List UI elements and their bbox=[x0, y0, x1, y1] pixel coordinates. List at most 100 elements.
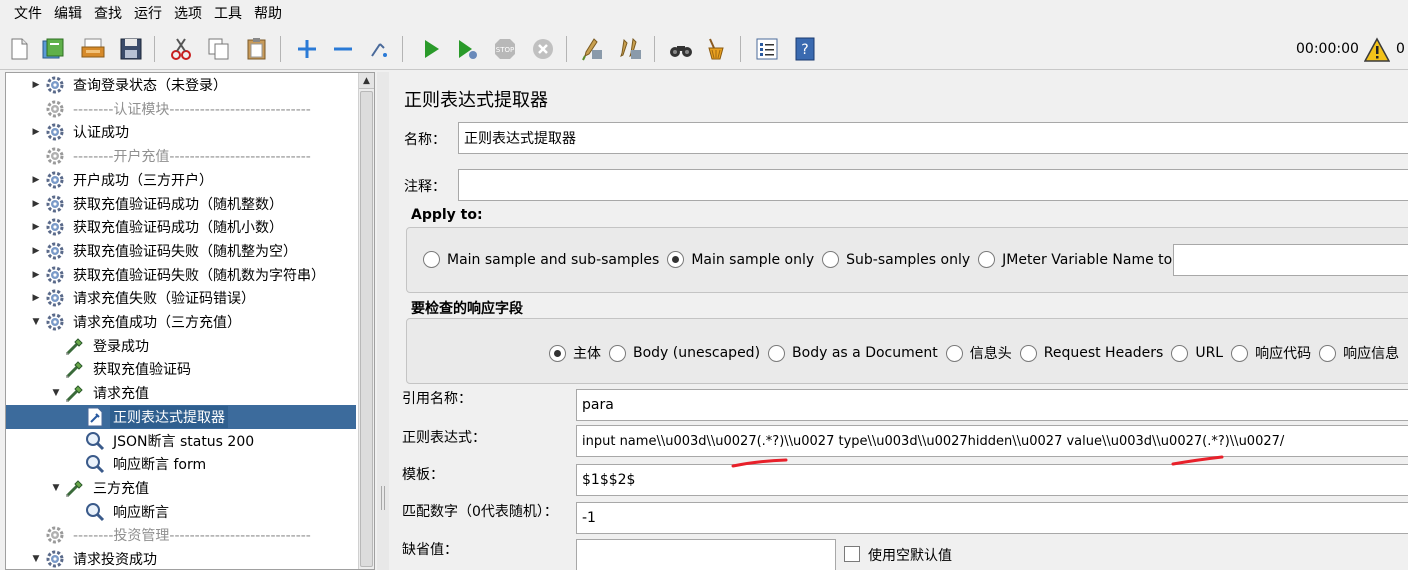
menu-item[interactable]: 编辑 bbox=[48, 0, 88, 28]
regex-input[interactable] bbox=[576, 425, 1408, 457]
radio-circle[interactable] bbox=[945, 344, 963, 362]
field-to-check-radio-7[interactable]: 响应信息 bbox=[1319, 343, 1399, 363]
open-icon[interactable] bbox=[78, 34, 108, 64]
radio-circle[interactable] bbox=[423, 251, 440, 268]
tree-node-label: 查询登录状态（未登录） bbox=[73, 78, 227, 94]
tree-expanded-icon[interactable]: ▼ bbox=[50, 476, 62, 500]
tree-node[interactable]: ▶ 查询登录状态（未登录） bbox=[6, 73, 356, 97]
tree-collapsed-icon[interactable]: ▶ bbox=[30, 239, 42, 263]
tree-expanded-icon[interactable]: ▼ bbox=[30, 547, 42, 569]
assertion-icon bbox=[84, 453, 106, 475]
tree-node[interactable]: 响应断言 bbox=[6, 500, 356, 524]
apply-to-radio-1[interactable]: Main sample only bbox=[667, 251, 814, 268]
scroll-thumb[interactable] bbox=[360, 91, 373, 567]
field-to-check-radio-6[interactable]: 响应代码 bbox=[1231, 343, 1311, 363]
tree-node[interactable]: 正则表达式提取器 bbox=[6, 404, 356, 429]
tree-node[interactable]: ▼ 请求充值成功（三方充值） bbox=[6, 310, 356, 334]
apply-to-radio-3[interactable]: JMeter Variable Name to use bbox=[978, 251, 1201, 268]
menu-item[interactable]: 选项 bbox=[168, 0, 208, 28]
new-icon[interactable] bbox=[4, 34, 34, 64]
reset-search-icon[interactable] bbox=[702, 34, 732, 64]
tree-separator[interactable]: --------投资管理---------------------------- bbox=[6, 523, 356, 547]
tree-node[interactable]: ▶ 请求充值失败（验证码错误） bbox=[6, 286, 356, 310]
radio-circle[interactable] bbox=[1319, 344, 1337, 362]
menu-item[interactable]: 工具 bbox=[208, 0, 248, 28]
tree-node[interactable]: ▶ 获取充值验证码失败（随机数为字符串） bbox=[6, 263, 356, 287]
tree-expanded-icon[interactable]: ▼ bbox=[50, 381, 62, 405]
menu-item[interactable]: 文件 bbox=[8, 0, 48, 28]
tree-scrollbar[interactable]: ▲ bbox=[358, 73, 374, 569]
save-icon[interactable] bbox=[116, 34, 146, 64]
apply-to-radio-2[interactable]: Sub-samples only bbox=[822, 251, 970, 268]
tree-collapsed-icon[interactable]: ▶ bbox=[30, 286, 42, 310]
tree-node[interactable]: 获取充值验证码 bbox=[6, 357, 356, 381]
radio-circle[interactable] bbox=[609, 344, 626, 362]
tree-node[interactable]: ▼ 三方充值 bbox=[6, 476, 356, 500]
tree-node[interactable]: ▶ 获取充值验证码成功（随机小数） bbox=[6, 215, 356, 239]
radio-circle[interactable] bbox=[549, 344, 566, 362]
menu-item[interactable]: 运行 bbox=[128, 0, 168, 28]
help-icon[interactable]: ? bbox=[790, 34, 820, 64]
tree-collapsed-icon[interactable]: ▶ bbox=[30, 73, 42, 97]
search-icon[interactable] bbox=[666, 34, 696, 64]
tree-node[interactable]: ▼ 请求投资成功 bbox=[6, 547, 356, 569]
menu-item[interactable]: 帮助 bbox=[248, 0, 288, 28]
pane-splitter[interactable] bbox=[377, 72, 389, 570]
start-no-pause-icon[interactable] bbox=[452, 34, 482, 64]
templates-icon[interactable] bbox=[38, 34, 68, 64]
scroll-up-arrow-icon[interactable]: ▲ bbox=[359, 73, 374, 89]
tree-node[interactable]: 登录成功 bbox=[6, 334, 356, 358]
tree-node[interactable]: JSON断言 status 200 bbox=[6, 429, 356, 453]
apply-to-radio-0[interactable]: Main sample and sub-samples bbox=[423, 251, 659, 268]
field-to-check-radio-3[interactable]: 信息头 bbox=[945, 343, 1012, 363]
menu-item[interactable]: 查找 bbox=[88, 0, 128, 28]
cut-icon[interactable] bbox=[166, 34, 196, 64]
function-helper-icon[interactable] bbox=[752, 34, 782, 64]
field-to-check-radio-4[interactable]: Request Headers bbox=[1019, 344, 1163, 362]
radio-circle[interactable] bbox=[667, 251, 685, 268]
name-input[interactable] bbox=[458, 122, 1408, 154]
ref-name-input[interactable] bbox=[576, 389, 1408, 421]
copy-icon[interactable] bbox=[204, 34, 234, 64]
stop-icon[interactable]: STOP bbox=[490, 34, 520, 64]
expand-icon[interactable] bbox=[292, 34, 322, 64]
field-to-check-radio-2[interactable]: Body as a Document bbox=[768, 344, 938, 362]
tree-node[interactable]: ▶ 获取充值验证码失败（随机整为空） bbox=[6, 239, 356, 263]
match-no-input[interactable] bbox=[576, 502, 1408, 534]
tree-node[interactable]: ▶ 获取充值验证码成功（随机整数） bbox=[6, 192, 356, 216]
radio-circle[interactable] bbox=[1171, 344, 1189, 362]
tree-expanded-icon[interactable]: ▼ bbox=[30, 310, 42, 334]
start-icon[interactable] bbox=[416, 34, 446, 64]
tree-node[interactable]: ▶ 认证成功 bbox=[6, 120, 356, 144]
collapse-icon[interactable] bbox=[328, 34, 358, 64]
tree-separator[interactable]: --------开户充值---------------------------- bbox=[6, 144, 356, 168]
tree-collapsed-icon[interactable]: ▶ bbox=[30, 263, 42, 287]
field-to-check-radio-1[interactable]: Body (unescaped) bbox=[609, 344, 760, 362]
warning-icon[interactable] bbox=[1363, 37, 1391, 63]
field-to-check-radio-5[interactable]: URL bbox=[1171, 344, 1223, 362]
paste-icon[interactable] bbox=[242, 34, 272, 64]
clear-all-icon[interactable] bbox=[616, 34, 646, 64]
radio-circle[interactable] bbox=[822, 251, 840, 268]
use-empty-default-checkbox[interactable] bbox=[844, 546, 860, 562]
tree-node[interactable]: ▼ 请求充值 bbox=[6, 381, 356, 405]
shutdown-icon[interactable] bbox=[528, 34, 558, 64]
radio-circle[interactable] bbox=[1019, 344, 1037, 362]
template-input[interactable] bbox=[576, 464, 1408, 496]
clear-icon[interactable] bbox=[578, 34, 608, 64]
radio-circle[interactable] bbox=[978, 251, 996, 268]
tree-separator[interactable]: --------认证模块---------------------------- bbox=[6, 97, 356, 121]
comment-input[interactable] bbox=[458, 169, 1408, 201]
tree-collapsed-icon[interactable]: ▶ bbox=[30, 168, 42, 192]
tree-node[interactable]: ▶ 开户成功（三方开户） bbox=[6, 168, 356, 192]
tree-node[interactable]: 响应断言 form bbox=[6, 452, 356, 476]
jmeter-variable-input[interactable] bbox=[1173, 244, 1408, 276]
field-to-check-radio-0[interactable]: 主体 bbox=[549, 343, 601, 363]
tree-collapsed-icon[interactable]: ▶ bbox=[30, 215, 42, 239]
radio-circle[interactable] bbox=[768, 344, 786, 362]
tree-collapsed-icon[interactable]: ▶ bbox=[30, 120, 42, 144]
default-value-input[interactable] bbox=[576, 539, 836, 570]
radio-circle[interactable] bbox=[1231, 344, 1249, 362]
tree-collapsed-icon[interactable]: ▶ bbox=[30, 192, 42, 216]
toggle-icon[interactable] bbox=[364, 34, 394, 64]
